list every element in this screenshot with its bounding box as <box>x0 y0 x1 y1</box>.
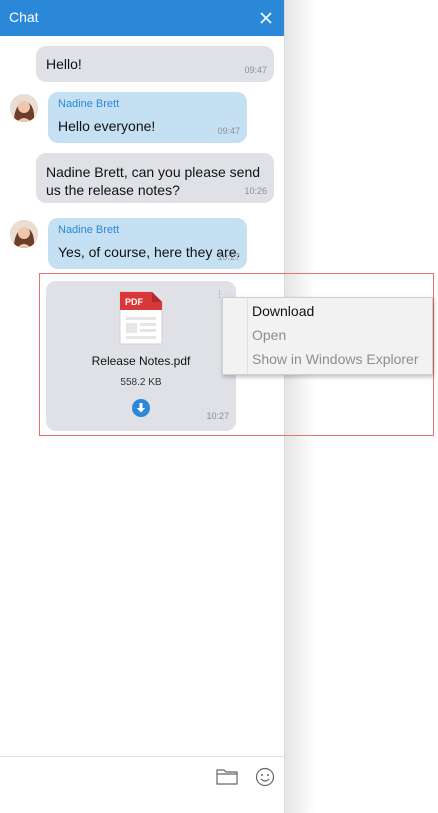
message-text-line-2: us the release notes? <box>46 182 180 198</box>
message-bubble[interactable]: Hello! 09:47 <box>36 46 274 82</box>
menu-item-label: Show in Windows Explorer <box>252 351 419 367</box>
message-text: Yes, of course, here they are. <box>58 244 241 260</box>
message-composer <box>0 756 284 813</box>
sender-name[interactable]: Nadine Brett <box>58 98 119 110</box>
avatar-image <box>10 220 38 248</box>
message-text: Hello! <box>46 56 82 72</box>
emoji-icon <box>255 767 275 787</box>
message-bubble[interactable]: Nadine Brett, can you please send us the… <box>36 153 274 203</box>
close-button[interactable] <box>256 8 276 28</box>
message-text: Hello everyone! <box>58 118 156 134</box>
message-bubble[interactable]: Nadine Brett Yes, of course, here they a… <box>48 218 247 269</box>
message-time: 10:26 <box>244 186 267 196</box>
chat-header: Chat <box>0 0 284 36</box>
avatar <box>10 94 38 122</box>
message-input[interactable] <box>8 765 202 797</box>
chat-title: Chat <box>9 9 39 25</box>
context-menu: Download Open Show in Windows Explorer <box>222 297 433 375</box>
message-time: 10:27 <box>217 252 240 262</box>
menu-item-show-in-explorer[interactable]: Show in Windows Explorer <box>223 349 432 371</box>
message-time: 09:47 <box>217 126 240 136</box>
attach-file-button[interactable] <box>216 767 238 785</box>
message-time: 09:47 <box>244 65 267 75</box>
folder-icon <box>216 769 238 785</box>
menu-item-open[interactable]: Open <box>223 325 432 347</box>
avatar <box>10 220 38 248</box>
message-text-line-1: Nadine Brett, can you please send <box>46 164 261 180</box>
menu-item-label: Download <box>252 303 315 319</box>
close-icon <box>260 12 272 24</box>
emoji-button[interactable] <box>255 767 275 787</box>
menu-item-label: Open <box>252 327 287 343</box>
sender-name[interactable]: Nadine Brett <box>58 224 119 236</box>
avatar-image <box>10 94 38 122</box>
message-bubble[interactable]: Nadine Brett Hello everyone! 09:47 <box>48 92 247 143</box>
menu-item-download[interactable]: Download <box>223 301 432 323</box>
